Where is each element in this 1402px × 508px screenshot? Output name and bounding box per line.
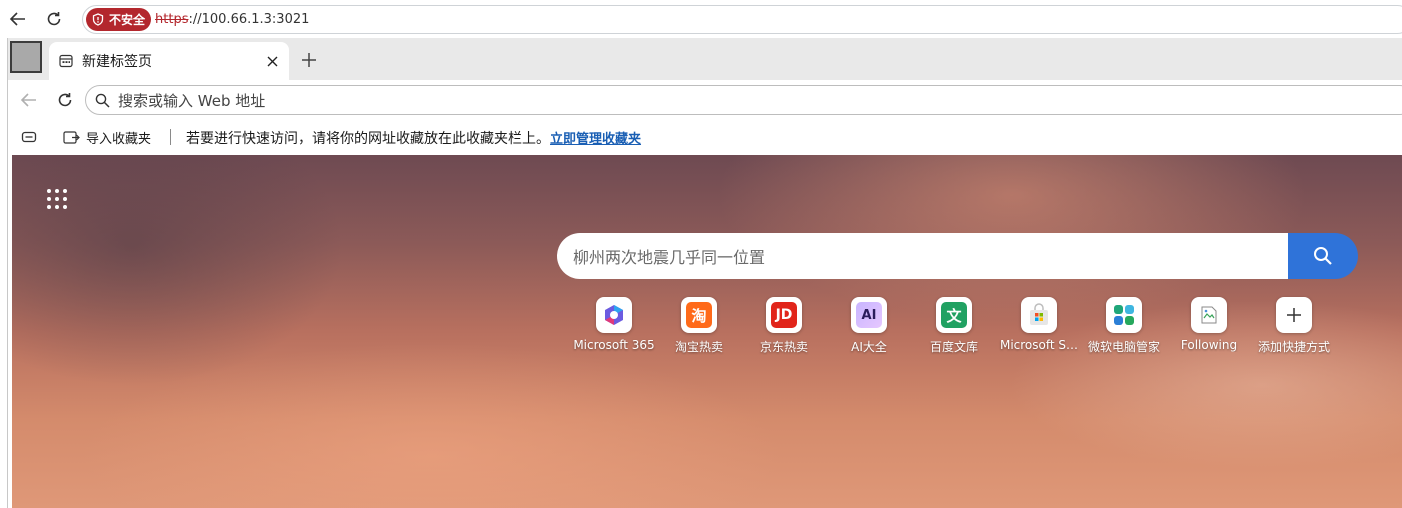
not-secure-badge[interactable]: 不安全 — [86, 8, 152, 31]
quick-link-taobao[interactable]: 淘 淘宝热卖 — [657, 297, 741, 357]
import-favorites-button[interactable]: 导入收藏夹 — [63, 126, 151, 148]
quick-link-label: 微软电脑管家 — [1087, 340, 1160, 354]
favorites-separator — [170, 129, 171, 145]
quick-link-label: AI大全 — [851, 340, 887, 354]
quick-link-label: 百度文库 — [929, 340, 978, 354]
quick-link-icon-box: 淘 — [681, 297, 717, 333]
window-menu-button[interactable] — [10, 41, 42, 73]
outer-reload-button[interactable] — [36, 0, 72, 38]
favorites-bar-toggle-icon[interactable] — [20, 129, 38, 145]
tab-title: 新建标签页 — [82, 54, 152, 70]
plus-icon — [1287, 308, 1301, 322]
search-icon — [95, 93, 110, 108]
quick-link-pc-manager[interactable]: 微软电脑管家 — [1082, 297, 1166, 357]
url-text: https://100.66.1.3:3021 — [155, 12, 309, 27]
tab-strip: 新建标签页 — [8, 38, 1402, 80]
quick-link-ai[interactable]: AI AI大全 — [827, 297, 911, 357]
url-host: ://100.66.1.3:3021 — [188, 12, 310, 27]
favorites-bar: 导入收藏夹 若要进行快速访问，请将你的网址收藏放在此收藏夹栏上。立即管理收藏夹 — [8, 120, 1402, 154]
quick-link-label: Microsoft 365 — [573, 338, 655, 352]
quick-link-label: Microsoft S… — [999, 338, 1079, 352]
quick-link-label: 京东热卖 — [759, 340, 808, 354]
ntp-search: 柳州两次地震几乎同一位置 — [557, 233, 1358, 279]
quick-link-jd[interactable]: JD 京东热卖 — [742, 297, 826, 357]
outer-address-bar[interactable]: 不安全 https://100.66.1.3:3021 — [82, 5, 1402, 34]
back-arrow-icon — [20, 93, 36, 107]
app-launcher-icon[interactable] — [47, 189, 67, 209]
add-shortcut-button[interactable]: 添加快捷方式 — [1252, 297, 1336, 357]
quick-link-microsoft-365[interactable]: Microsoft 365 — [572, 297, 656, 357]
tab-close-button[interactable] — [263, 52, 281, 70]
quick-link-following[interactable]: Following — [1167, 297, 1251, 357]
browser-toolbar: 搜索或输入 Web 地址 — [8, 80, 1402, 120]
quick-links: Microsoft 365 淘 淘宝热卖 JD 京东热卖 AI AI大全 文 百… — [572, 297, 1352, 357]
not-secure-label: 不安全 — [109, 13, 146, 27]
back-arrow-icon — [9, 12, 25, 26]
quick-link-icon-box — [1276, 297, 1312, 333]
ntp-search-button[interactable] — [1288, 233, 1358, 279]
inner-browser-window: 新建标签页 搜索或输入 Web 地址 导入收藏夹 若要进行快速访问，请将你的网址 — [7, 38, 1402, 508]
tab-new-tab[interactable]: 新建标签页 — [49, 42, 289, 80]
quick-link-label: Following — [1180, 338, 1238, 352]
quick-link-icon-box: JD — [766, 297, 802, 333]
ai-icon: AI — [856, 302, 882, 328]
new-tab-button[interactable] — [296, 47, 322, 73]
ntp-search-input[interactable]: 柳州两次地震几乎同一位置 — [557, 233, 1292, 279]
quick-link-microsoft-store[interactable]: Microsoft S… — [997, 297, 1081, 357]
close-icon — [267, 56, 277, 66]
microsoft-365-icon — [605, 305, 623, 325]
pc-manager-icon — [1114, 305, 1134, 325]
manage-favorites-link[interactable]: 立即管理收藏夹 — [550, 132, 641, 147]
plus-icon — [302, 53, 316, 67]
new-tab-page: 柳州两次地震几乎同一位置 Microsoft 365 淘 淘宝热卖 JD 京东热… — [12, 155, 1402, 508]
back-button[interactable] — [18, 89, 40, 111]
address-bar[interactable]: 搜索或输入 Web 地址 — [85, 85, 1402, 115]
quick-link-icon-box — [1191, 297, 1227, 333]
new-tab-page-icon — [59, 54, 73, 68]
jd-icon: JD — [771, 302, 797, 328]
outer-back-button[interactable] — [0, 0, 36, 38]
microsoft-store-icon — [1030, 303, 1048, 325]
quick-link-icon-box: 文 — [936, 297, 972, 333]
import-favorites-label: 导入收藏夹 — [86, 131, 152, 147]
ntp-search-query: 柳州两次地震几乎同一位置 — [573, 248, 766, 267]
import-favorites-icon — [63, 130, 80, 144]
url-scheme: https — [155, 12, 189, 27]
quick-link-label: 淘宝热卖 — [674, 340, 723, 354]
favorites-hint: 若要进行快速访问，请将你的网址收藏放在此收藏夹栏上。立即管理收藏夹 — [186, 128, 641, 148]
taobao-icon: 淘 — [686, 302, 712, 328]
broken-image-icon — [1201, 306, 1217, 324]
baidu-wenku-icon: 文 — [941, 302, 967, 328]
quick-link-icon-box: AI — [851, 297, 887, 333]
quick-link-label: 添加快捷方式 — [1257, 340, 1330, 354]
reload-icon — [47, 12, 61, 26]
quick-link-icon-box — [1021, 297, 1057, 333]
shield-warning-icon — [92, 13, 104, 26]
favorites-hint-text: 若要进行快速访问，请将你的网址收藏放在此收藏夹栏上。 — [186, 131, 550, 147]
search-icon — [1314, 247, 1332, 265]
quick-link-baidu-wenku[interactable]: 文 百度文库 — [912, 297, 996, 357]
reload-button[interactable] — [54, 89, 76, 111]
outer-browser-bar: 不安全 https://100.66.1.3:3021 — [0, 0, 1402, 38]
quick-link-icon-box — [1106, 297, 1142, 333]
reload-icon — [58, 93, 72, 107]
address-placeholder: 搜索或输入 Web 地址 — [118, 91, 266, 110]
quick-link-icon-box — [596, 297, 632, 333]
